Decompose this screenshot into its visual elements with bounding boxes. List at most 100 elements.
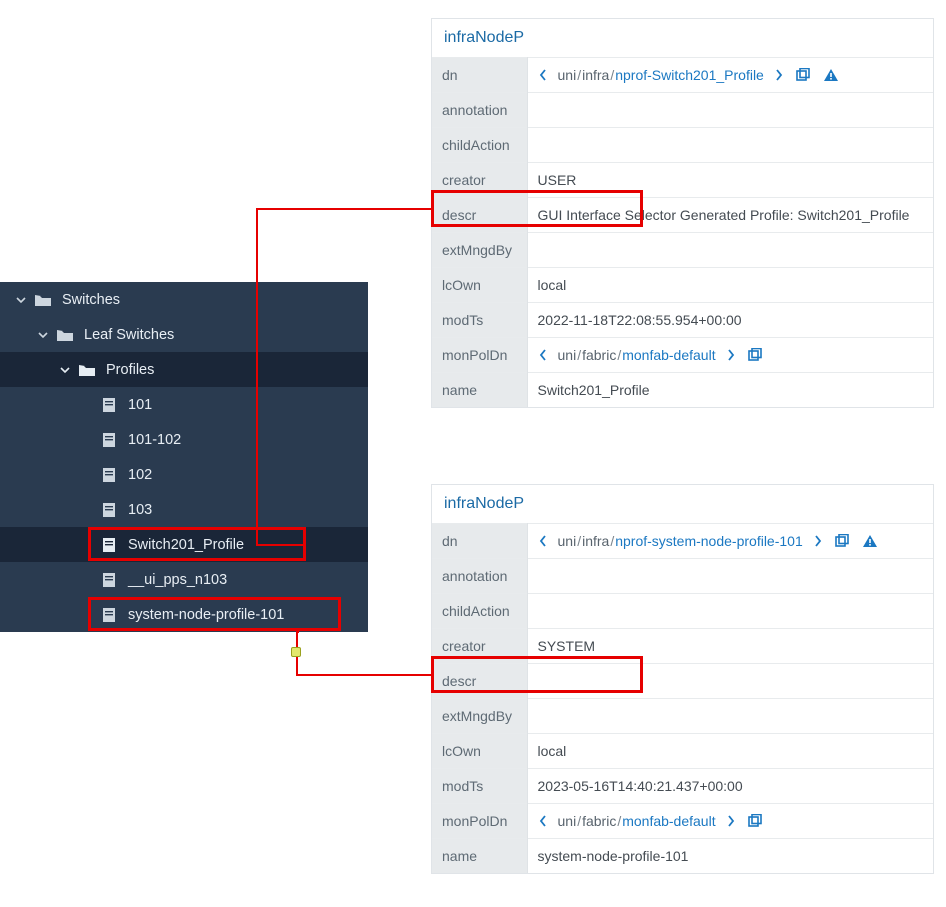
prop-key: descr	[432, 198, 527, 233]
tree-item-profile-system-node-101[interactable]: system-node-profile-101	[0, 597, 368, 632]
prop-value	[527, 664, 933, 699]
prop-value: Switch201_Profile	[527, 373, 933, 408]
chevron-left-icon[interactable]	[538, 534, 548, 548]
tree-label: Switches	[62, 292, 120, 308]
tree-item-leaf-switches[interactable]: Leaf Switches	[0, 317, 368, 352]
folder-icon	[56, 328, 74, 342]
prop-key: creator	[432, 163, 527, 198]
annotation-connector-node	[291, 647, 301, 657]
tree-item-profile-switch201[interactable]: Switch201_Profile	[0, 527, 368, 562]
prop-value	[527, 233, 933, 268]
prop-key: extMngdBy	[432, 699, 527, 734]
prop-key: name	[432, 839, 527, 874]
document-icon	[100, 468, 118, 482]
document-icon	[100, 573, 118, 587]
tree-label: 101	[128, 397, 152, 413]
copy-icon[interactable]	[794, 67, 812, 83]
monpoldn-value: uni/fabric/monfab-default	[538, 347, 924, 363]
tree-label: Profiles	[106, 362, 154, 378]
prop-key: childAction	[432, 594, 527, 629]
prop-key: lcOwn	[432, 734, 527, 769]
prop-key: modTs	[432, 303, 527, 338]
panel-title: infraNodeP	[432, 19, 933, 57]
document-icon	[100, 398, 118, 412]
chevron-left-icon[interactable]	[538, 348, 548, 362]
document-icon	[100, 503, 118, 517]
prop-key: annotation	[432, 93, 527, 128]
prop-key: monPolDn	[432, 804, 527, 839]
annotation-connector	[296, 631, 298, 675]
tree-item-profile[interactable]: __ui_pps_n103	[0, 562, 368, 597]
dn-value: uni/infra/nprof-system-node-profile-101	[538, 533, 924, 549]
prop-value	[527, 594, 933, 629]
tree-item-switches[interactable]: Switches	[0, 282, 368, 317]
detail-panel-infranodep-2: infraNodeP dn uni/infra/nprof-system-nod…	[431, 484, 934, 874]
prop-value: local	[527, 734, 933, 769]
tree-label: Leaf Switches	[84, 327, 174, 343]
prop-key: creator	[432, 629, 527, 664]
tree-item-profile[interactable]: 102	[0, 457, 368, 492]
chevron-right-icon[interactable]	[726, 348, 736, 362]
chevron-down-icon	[58, 363, 72, 377]
prop-key: extMngdBy	[432, 233, 527, 268]
prop-value	[527, 559, 933, 594]
prop-value	[527, 93, 933, 128]
properties-table: dn uni/infra/nprof-Switch201_Profile ann…	[432, 57, 933, 407]
tree-item-profiles[interactable]: Profiles	[0, 352, 368, 387]
prop-key: annotation	[432, 559, 527, 594]
dn-path[interactable]: uni/infra/nprof-system-node-profile-101	[558, 533, 803, 549]
chevron-down-icon	[14, 293, 28, 307]
tree-label: 103	[128, 502, 152, 518]
tree-item-profile[interactable]: 101	[0, 387, 368, 422]
folder-icon	[78, 363, 96, 377]
monpoldn-value: uni/fabric/monfab-default	[538, 813, 924, 829]
prop-value-creator: USER	[527, 163, 933, 198]
prop-key: monPolDn	[432, 338, 527, 373]
prop-value: 2022-11-18T22:08:55.954+00:00	[527, 303, 933, 338]
warning-icon[interactable]	[861, 533, 879, 549]
dn-value: uni/infra/nprof-Switch201_Profile	[538, 67, 924, 83]
properties-table: dn uni/infra/nprof-system-node-profile-1…	[432, 523, 933, 873]
prop-value: system-node-profile-101	[527, 839, 933, 874]
tree-label: __ui_pps_n103	[128, 572, 227, 588]
prop-key: dn	[432, 58, 527, 93]
chevron-down-icon	[36, 328, 50, 342]
tree-label: 102	[128, 467, 152, 483]
dn-path[interactable]: uni/infra/nprof-Switch201_Profile	[558, 67, 764, 83]
copy-icon[interactable]	[746, 347, 764, 363]
nav-tree: Switches Leaf Switches Profiles 101 101-…	[0, 282, 368, 632]
prop-value: GUI Interface Selector Generated Profile…	[527, 198, 933, 233]
dn-path[interactable]: uni/fabric/monfab-default	[558, 347, 716, 363]
prop-value-creator: SYSTEM	[527, 629, 933, 664]
prop-key: modTs	[432, 769, 527, 804]
prop-key: name	[432, 373, 527, 408]
chevron-right-icon[interactable]	[813, 534, 823, 548]
document-icon	[100, 433, 118, 447]
detail-panel-infranodep-1: infraNodeP dn uni/infra/nprof-Switch201_…	[431, 18, 934, 408]
tree-item-profile[interactable]: 101-102	[0, 422, 368, 457]
document-icon	[100, 608, 118, 622]
tree-label: Switch201_Profile	[128, 537, 244, 553]
tree-item-profile[interactable]: 103	[0, 492, 368, 527]
annotation-connector	[256, 208, 432, 210]
dn-path[interactable]: uni/fabric/monfab-default	[558, 813, 716, 829]
copy-icon[interactable]	[746, 813, 764, 829]
tree-label: 101-102	[128, 432, 181, 448]
prop-value: local	[527, 268, 933, 303]
panel-title: infraNodeP	[432, 485, 933, 523]
prop-value	[527, 699, 933, 734]
folder-icon	[34, 293, 52, 307]
chevron-left-icon[interactable]	[538, 814, 548, 828]
chevron-right-icon[interactable]	[774, 68, 784, 82]
prop-key: childAction	[432, 128, 527, 163]
copy-icon[interactable]	[833, 533, 851, 549]
tree-label: system-node-profile-101	[128, 607, 284, 623]
prop-key: descr	[432, 664, 527, 699]
annotation-connector	[296, 674, 432, 676]
warning-icon[interactable]	[822, 67, 840, 83]
prop-value	[527, 128, 933, 163]
chevron-right-icon[interactable]	[726, 814, 736, 828]
chevron-left-icon[interactable]	[538, 68, 548, 82]
prop-key: lcOwn	[432, 268, 527, 303]
prop-value: 2023-05-16T14:40:21.437+00:00	[527, 769, 933, 804]
